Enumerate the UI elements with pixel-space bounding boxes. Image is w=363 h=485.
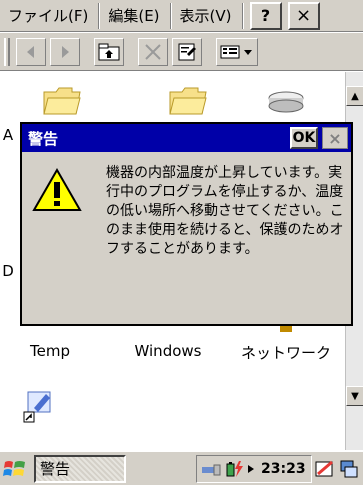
clock[interactable]: 23:23 bbox=[261, 461, 306, 477]
up-folder-button[interactable] bbox=[94, 37, 124, 66]
menu-separator bbox=[241, 2, 244, 29]
help-button[interactable]: ? bbox=[249, 1, 282, 30]
view-menu-button[interactable] bbox=[216, 37, 258, 66]
delete-icon bbox=[145, 43, 161, 60]
menu-view[interactable]: 表示(V) bbox=[172, 0, 238, 32]
up-folder-icon bbox=[98, 43, 120, 60]
file-item[interactable] bbox=[138, 84, 238, 116]
dialog-title: 警告 bbox=[28, 129, 59, 148]
drive-icon bbox=[268, 91, 304, 113]
folder-icon bbox=[169, 87, 207, 115]
close-button[interactable]: × bbox=[287, 1, 320, 30]
file-label: ネットワーク bbox=[240, 344, 331, 362]
file-label: Windows bbox=[134, 342, 202, 360]
dialog-close-button[interactable]: × bbox=[322, 127, 348, 149]
dialog-title-bar: 警告 OK × bbox=[22, 124, 351, 152]
scroll-down-icon[interactable]: ▼ bbox=[346, 386, 363, 406]
file-item[interactable] bbox=[0, 388, 88, 424]
battery-charging-icon[interactable] bbox=[225, 460, 245, 478]
properties-button[interactable] bbox=[172, 37, 202, 66]
back-button[interactable] bbox=[16, 37, 46, 66]
input-method-icon bbox=[315, 460, 333, 476]
file-item-windows[interactable]: Windows bbox=[118, 342, 218, 360]
folder-icon bbox=[43, 87, 81, 115]
system-tray: 23:23 bbox=[196, 454, 312, 483]
shortcut-icon bbox=[23, 391, 51, 423]
taskbar: 警告 23:23 bbox=[0, 451, 363, 485]
menu-bar: ファイル(F) 編集(E) 表示(V) ? × bbox=[0, 0, 363, 32]
taskbar-warning-button[interactable]: 警告 bbox=[34, 454, 126, 483]
toolbar bbox=[0, 33, 363, 71]
file-item-network[interactable]: ネットワーク bbox=[236, 342, 336, 363]
file-label: Temp bbox=[30, 342, 70, 360]
forward-arrow-icon bbox=[62, 45, 69, 58]
dialog-body: 機器の内部温度が上昇しています。実行中のプログラムを停止するか、温度の低い場所へ… bbox=[22, 152, 351, 324]
file-item[interactable] bbox=[12, 84, 112, 116]
forward-button[interactable] bbox=[50, 37, 80, 66]
menu-file[interactable]: ファイル(F) bbox=[0, 0, 94, 32]
windows-logo-icon bbox=[3, 460, 25, 476]
tray-expand-icon[interactable] bbox=[247, 464, 255, 474]
start-button[interactable] bbox=[0, 454, 30, 484]
warning-dialog: 警告 OK × 機器の内部温度が上昇しています。実行中のプログラムを停止するか、… bbox=[20, 122, 353, 326]
desktop-button[interactable] bbox=[338, 456, 360, 482]
toolbar-grip[interactable] bbox=[4, 37, 10, 66]
taskbar-task-label: 警告 bbox=[40, 460, 71, 478]
properties-icon bbox=[178, 43, 196, 60]
view-menu-icon bbox=[220, 45, 252, 58]
file-item-temp[interactable]: Temp bbox=[0, 342, 100, 360]
desktop-icon bbox=[340, 460, 358, 477]
scroll-up-icon[interactable]: ▲ bbox=[346, 86, 363, 106]
back-arrow-icon bbox=[27, 45, 34, 58]
file-item[interactable] bbox=[236, 90, 336, 114]
menu-edit[interactable]: 編集(E) bbox=[100, 0, 165, 32]
delete-button[interactable] bbox=[138, 37, 168, 66]
input-method-button[interactable] bbox=[314, 456, 336, 482]
dialog-message: 機器の内部温度が上昇しています。実行中のプログラムを停止するか、温度の低い場所へ… bbox=[106, 165, 344, 257]
warning-icon bbox=[32, 168, 82, 211]
ok-button[interactable]: OK bbox=[290, 127, 318, 149]
connection-icon[interactable] bbox=[201, 461, 223, 477]
